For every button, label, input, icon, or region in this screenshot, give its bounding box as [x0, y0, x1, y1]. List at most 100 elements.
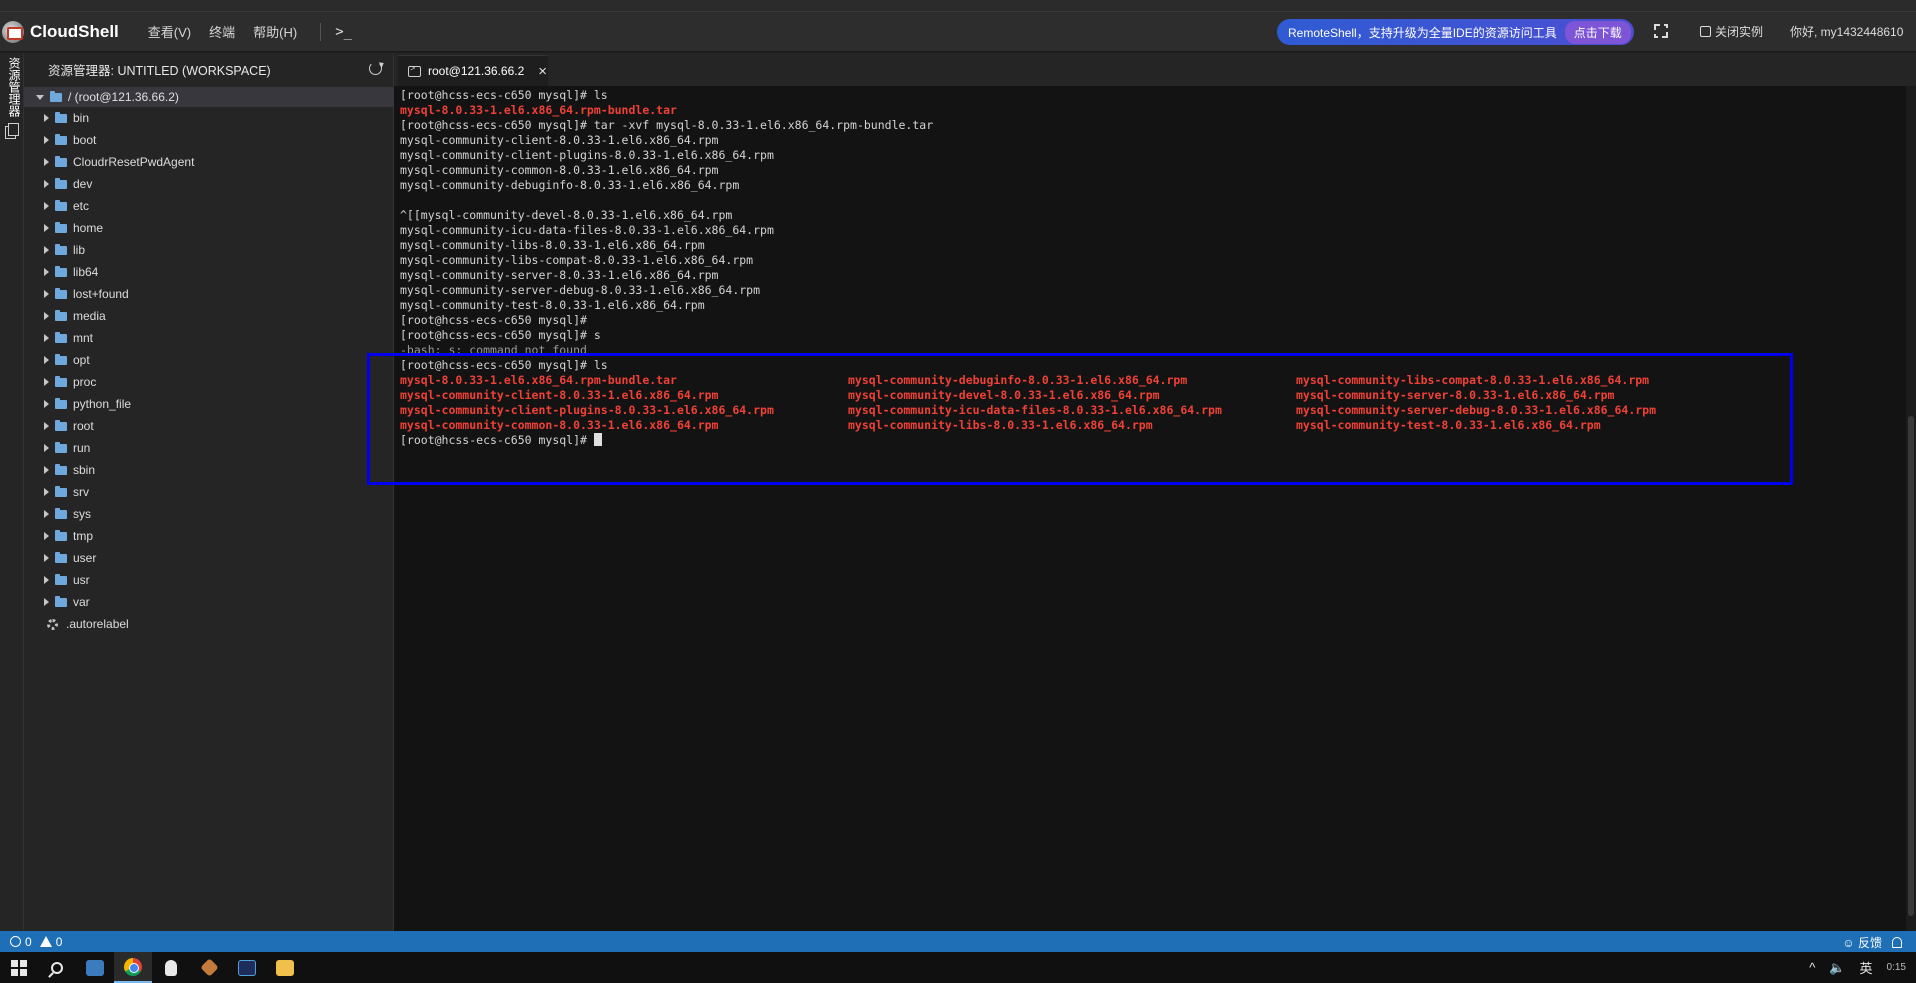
tree-file[interactable]: .autorelabel — [24, 613, 394, 635]
chevron-right-icon — [44, 356, 49, 364]
user-greeting[interactable]: 你好, my1432448610 — [1790, 23, 1903, 40]
scrollbar-thumb[interactable] — [1908, 416, 1914, 916]
folder-icon — [55, 551, 67, 563]
chevron-right-icon — [44, 224, 49, 232]
bell-icon[interactable] — [1892, 937, 1902, 948]
tree-folder[interactable]: boot — [24, 129, 394, 151]
taskbar-qq[interactable] — [152, 952, 190, 983]
ls-file-entry: mysql-community-server-8.0.33-1.el6.x86_… — [1296, 388, 1615, 402]
tree-folder[interactable]: srv — [24, 481, 394, 503]
app-icon — [86, 959, 104, 976]
ls-file-entry: mysql-community-libs-compat-8.0.33-1.el6… — [1296, 373, 1650, 387]
problems-indicator[interactable]: 0 0 — [0, 935, 62, 949]
folder-icon — [55, 441, 67, 453]
tree-folder[interactable]: etc — [24, 195, 394, 217]
new-terminal-icon[interactable]: >_ — [335, 24, 352, 40]
terminal-line: mysql-community-debuginfo-8.0.33-1.el6.x… — [400, 178, 740, 192]
terminal-line: mysql-community-libs-compat-8.0.33-1.el6… — [400, 253, 754, 267]
terminal-line: mysql-community-server-8.0.33-1.el6.x86_… — [400, 268, 719, 282]
tree-folder[interactable]: bin — [24, 107, 394, 129]
tree-root[interactable]: / (root@121.36.66.2) — [24, 87, 394, 107]
terminal-line: mysql-community-icu-data-files-8.0.33-1.… — [400, 223, 774, 237]
tree-folder[interactable]: proc — [24, 371, 394, 393]
chevron-right-icon — [44, 466, 49, 474]
folder-icon — [55, 595, 67, 607]
ime-indicator[interactable]: 英 — [1860, 958, 1873, 977]
ls-file-entry: mysql-community-devel-8.0.33-1.el6.x86_6… — [848, 388, 1160, 402]
taskbar-git[interactable] — [190, 952, 228, 983]
tree-folder[interactable]: user — [24, 547, 394, 569]
close-icon[interactable]: × — [538, 63, 547, 80]
taskbar-explorer[interactable] — [266, 952, 304, 983]
activity-explorer-label[interactable]: 资源管理器 — [4, 57, 21, 117]
tree-folder-label: proc — [73, 375, 97, 389]
git-icon — [199, 958, 219, 977]
text-cursor — [593, 433, 602, 446]
tree-folder[interactable]: usr — [24, 569, 394, 591]
close-instance-button[interactable]: 关闭实例 — [1700, 23, 1763, 40]
ls-file-entry: mysql-community-client-8.0.33-1.el6.x86_… — [400, 388, 719, 402]
clock[interactable]: 0:15 — [1887, 962, 1906, 974]
tree-folder[interactable]: sys — [24, 503, 394, 525]
chevron-right-icon — [44, 136, 49, 144]
system-tray: ^ 🔈 英 0:15 — [1809, 952, 1906, 983]
feedback-button[interactable]: ☺ 反馈 — [1842, 934, 1882, 951]
tree-folder[interactable]: run — [24, 437, 394, 459]
tab-terminal[interactable]: root@121.36.66.2 × — [398, 55, 548, 86]
chevron-right-icon — [44, 510, 49, 518]
taskbar-chrome[interactable] — [114, 952, 152, 983]
taskbar-webstorm[interactable] — [228, 952, 266, 983]
tree-folder[interactable]: lib64 — [24, 261, 394, 283]
taskbar-app-1[interactable] — [76, 952, 114, 983]
terminal-line: mysql-community-client-8.0.33-1.el6.x86_… — [400, 133, 719, 147]
tree-folder[interactable]: python_file — [24, 393, 394, 415]
tree-folder[interactable]: mnt — [24, 327, 394, 349]
cloudshell-logo-icon — [2, 20, 24, 43]
volume-icon[interactable]: 🔈 — [1829, 960, 1845, 976]
chevron-right-icon — [44, 290, 49, 298]
terminal-prompt-line[interactable]: [root@hcss-ecs-c650 mysql]# — [400, 433, 1744, 448]
tree-folder-label: opt — [73, 353, 90, 367]
tree-folder[interactable]: opt — [24, 349, 394, 371]
ls-file-entry: mysql-community-common-8.0.33-1.el6.x86_… — [400, 418, 719, 432]
fullscreen-icon[interactable] — [1654, 24, 1668, 38]
windows-taskbar: ^ 🔈 英 0:15 — [0, 952, 1916, 983]
terminal-line: [root@hcss-ecs-c650 mysql]# tar -xvf mys… — [400, 118, 934, 132]
close-instance-label: 关闭实例 — [1715, 25, 1764, 39]
warning-icon — [39, 936, 52, 947]
start-button[interactable] — [0, 952, 38, 983]
search-button[interactable] — [38, 952, 76, 983]
folder-icon — [55, 485, 67, 497]
chevron-up-icon[interactable]: ^ — [1809, 960, 1815, 975]
tree-folder[interactable]: home — [24, 217, 394, 239]
folder-icon — [55, 133, 67, 145]
tab-bar: root@121.36.66.2 × — [394, 53, 1916, 86]
feedback-label: 反馈 — [1857, 936, 1882, 950]
tree-folder[interactable]: tmp — [24, 525, 394, 547]
tree-folder-label: etc — [73, 199, 90, 213]
tree-folder[interactable]: dev — [24, 173, 394, 195]
folder-icon — [55, 375, 67, 387]
tree-folder[interactable]: media — [24, 305, 394, 327]
tree-folder[interactable]: lib — [24, 239, 394, 261]
menu-terminal[interactable]: 终端 — [200, 22, 244, 41]
download-button[interactable]: 点击下载 — [1564, 20, 1631, 44]
tree-folder[interactable]: CloudrResetPwdAgent — [24, 151, 394, 173]
tree-folder[interactable]: var — [24, 591, 394, 613]
tree-folder[interactable]: lost+found — [24, 283, 394, 305]
tree-folder[interactable]: sbin — [24, 459, 394, 481]
tree-folder-label: user — [73, 551, 97, 565]
ls-output-grid: mysql-8.0.33-1.el6.x86_64.rpm-bundle.tar… — [400, 373, 1744, 433]
tree-folder[interactable]: root — [24, 415, 394, 437]
terminal-line: mysql-8.0.33-1.el6.x86_64.rpm-bundle.tar — [400, 103, 677, 117]
terminal-scrollbar[interactable] — [1906, 86, 1916, 931]
menu-help[interactable]: 帮助(H) — [244, 22, 306, 41]
promo-text: RemoteShell，支持升级为全量IDE的资源访问工具 — [1288, 25, 1557, 40]
copy-files-icon[interactable] — [5, 123, 19, 139]
webstorm-icon — [238, 959, 256, 976]
terminal-panel[interactable]: [root@hcss-ecs-c650 mysql]# ls mysql-8.0.… — [394, 86, 1906, 931]
refresh-icon[interactable] — [369, 62, 382, 75]
menu-view[interactable]: 查看(V) — [139, 22, 200, 41]
remoteshell-promo-banner[interactable]: RemoteShell，支持升级为全量IDE的资源访问工具 点击下载 — [1277, 19, 1634, 45]
